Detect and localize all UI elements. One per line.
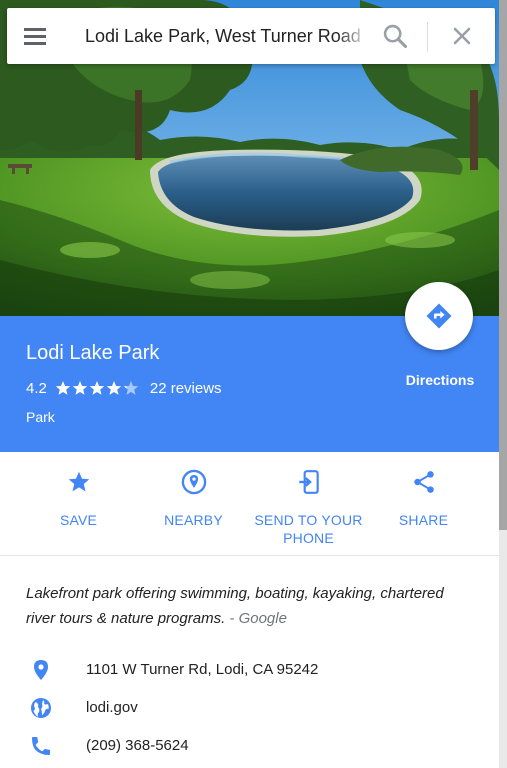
search-icon[interactable] — [381, 22, 409, 50]
place-title: Lodi Lake Park — [26, 342, 160, 364]
address-text: 1101 W Turner Rd, Lodi, CA 95242 — [86, 661, 319, 678]
nearby-button[interactable]: NEARBY — [136, 466, 251, 529]
share-button[interactable]: SHARE — [366, 466, 481, 529]
phone-icon — [32, 737, 50, 755]
rating-value: 4.2 — [26, 379, 47, 397]
search-divider — [427, 22, 428, 52]
send-to-phone-label: SEND TO YOUR PHONE — [254, 512, 363, 546]
nearby-label: NEARBY — [164, 512, 223, 528]
address-row[interactable]: 1101 W Turner Rd, Lodi, CA 95242 — [0, 655, 499, 685]
reviews-link[interactable]: 22 reviews — [150, 380, 222, 397]
rating-star-icon — [123, 381, 139, 395]
location-pin-icon — [34, 660, 48, 680]
save-label: SAVE — [59, 512, 98, 528]
action-row: SAVE NEARBY SEND TO YOUR PHONE SHARE — [0, 452, 499, 556]
send-to-phone-button[interactable]: SEND TO YOUR PHONE — [251, 466, 366, 547]
search-input[interactable] — [85, 22, 367, 50]
rating-star-icon — [72, 381, 88, 395]
nearby-pin-icon — [181, 469, 206, 495]
close-icon[interactable] — [448, 22, 476, 50]
rating-star-icon — [55, 381, 71, 395]
star-icon — [68, 471, 89, 492]
scrollbar-thumb[interactable] — [499, 0, 507, 530]
directions-label[interactable]: Directions — [395, 372, 485, 388]
description-attribution: - Google — [229, 610, 287, 627]
menu-icon[interactable] — [21, 24, 49, 48]
rating-star-icon — [89, 381, 105, 395]
save-button[interactable]: SAVE — [21, 466, 136, 529]
share-icon — [413, 471, 434, 493]
globe-icon — [31, 698, 51, 718]
share-label: SHARE — [398, 512, 449, 528]
directions-icon — [426, 303, 452, 329]
website-link[interactable]: lodi.gov — [86, 699, 138, 716]
phone-row[interactable]: (209) 368-5624 — [0, 731, 499, 761]
phone-number[interactable]: (209) 368-5624 — [86, 737, 189, 754]
place-category[interactable]: Park — [26, 409, 55, 425]
rating-row: 4.2 22 reviews — [26, 378, 222, 398]
place-description: Lakefront park offering swimming, boatin… — [26, 581, 466, 631]
send-to-phone-icon — [295, 470, 319, 494]
search-box — [7, 8, 495, 64]
rating-stars — [55, 380, 140, 396]
website-row[interactable]: lodi.gov — [0, 693, 499, 723]
directions-button[interactable] — [405, 282, 473, 350]
rating-star-icon — [106, 381, 122, 395]
